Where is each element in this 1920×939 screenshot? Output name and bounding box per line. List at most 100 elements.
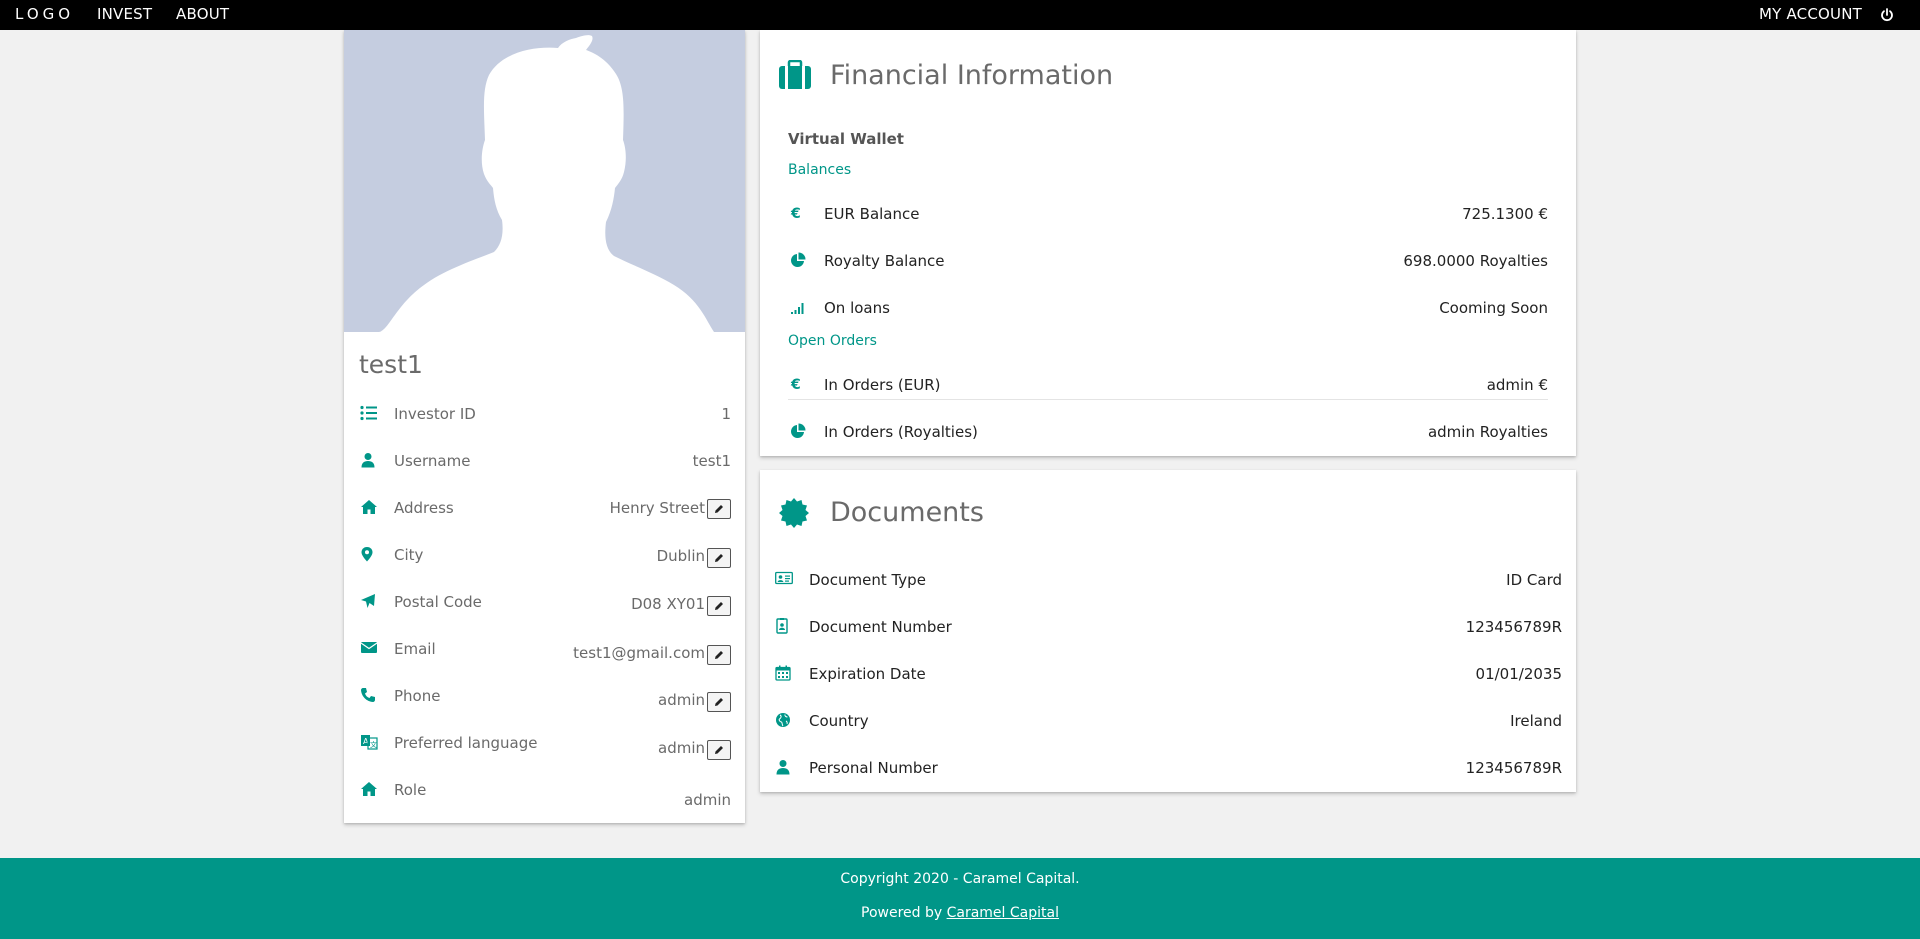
row-label: Expiration Date xyxy=(809,665,926,683)
avatar xyxy=(344,30,745,332)
home-icon xyxy=(360,781,380,799)
in-orders-royalties-value: admin Royalties xyxy=(1427,423,1548,441)
map-marker-icon xyxy=(360,546,380,564)
pencil-icon xyxy=(715,651,723,659)
row-label: Phone xyxy=(394,687,441,705)
euro-icon: € xyxy=(790,376,810,394)
personal-number-row: Personal Number 123456789R xyxy=(775,759,1562,799)
address-value: Henry Street xyxy=(609,499,705,517)
translate-icon: A文 xyxy=(360,734,380,752)
email-value: test1@gmail.com xyxy=(573,644,705,662)
country-value: Ireland xyxy=(1510,712,1562,730)
copyright-text: Copyright 2020 - Caramel Capital. xyxy=(840,871,1080,887)
expiration-date-value: 01/01/2035 xyxy=(1475,665,1562,683)
royalty-balance-value: 698.0000 Royalties xyxy=(1403,252,1548,270)
edit-address-button[interactable] xyxy=(707,499,731,519)
home-icon xyxy=(360,499,380,517)
row-label: City xyxy=(394,546,424,564)
postal-code-value: D08 XY01 xyxy=(631,595,705,613)
phone-icon xyxy=(360,687,380,705)
row-label: On loans xyxy=(824,299,890,317)
edit-postal-code-button[interactable] xyxy=(707,596,731,616)
pencil-icon xyxy=(715,554,723,562)
user-icon xyxy=(775,759,795,777)
eur-balance-row: € EUR Balance 725.1300 € xyxy=(788,205,1548,245)
footer: Copyright 2020 - Caramel Capital. Powere… xyxy=(0,858,1920,939)
calendar-icon xyxy=(775,665,795,683)
edit-email-button[interactable] xyxy=(707,645,731,665)
phone-value: admin xyxy=(658,691,705,709)
row-label: Country xyxy=(809,712,869,730)
document-type-value: ID Card xyxy=(1506,571,1562,589)
row-label: Address xyxy=(394,499,454,517)
address-row: Address Henry Street xyxy=(344,495,745,535)
nav-about-link[interactable]: ABOUT xyxy=(176,0,229,30)
row-label: Role xyxy=(394,781,427,799)
pencil-icon xyxy=(715,602,723,610)
svg-text:文: 文 xyxy=(370,740,377,749)
row-label: Email xyxy=(394,640,436,658)
powered-by-line: Powered by Caramel Capital xyxy=(0,905,1920,921)
svg-text:€: € xyxy=(790,206,801,221)
euro-icon: € xyxy=(790,205,810,223)
role-value: admin xyxy=(684,791,731,809)
pie-chart-icon xyxy=(790,252,810,270)
expiration-date-row: Expiration Date 01/01/2035 xyxy=(775,665,1562,705)
row-label: Preferred language xyxy=(394,734,538,752)
top-navbar: LOGO INVEST ABOUT MY ACCOUNT xyxy=(0,0,1920,30)
row-label: Document Type xyxy=(809,571,926,589)
signal-icon xyxy=(790,299,810,317)
document-number-row: Document Number 123456789R xyxy=(775,618,1562,658)
document-number-value: 123456789R xyxy=(1465,618,1562,636)
row-label: In Orders (EUR) xyxy=(824,376,941,394)
personal-number-value: 123456789R xyxy=(1465,759,1562,777)
in-orders-eur-value: admin € xyxy=(1486,376,1548,394)
profile-name: test1 xyxy=(359,350,423,379)
country-row: Country Ireland xyxy=(775,712,1562,752)
in-orders-royalties-row: In Orders (Royalties) admin Royalties xyxy=(788,423,1548,463)
row-label: Username xyxy=(394,452,471,470)
caramel-capital-link[interactable]: Caramel Capital xyxy=(947,905,1059,921)
balances-heading: Balances xyxy=(788,162,852,178)
nav-my-account-link[interactable]: MY ACCOUNT xyxy=(1759,0,1862,30)
edit-phone-button[interactable] xyxy=(707,692,731,712)
pencil-icon xyxy=(715,698,723,706)
nav-invest-link[interactable]: INVEST xyxy=(97,0,152,30)
email-row: Email test1@gmail.com xyxy=(344,636,745,676)
documents-card: Documents Document Type ID Card Document… xyxy=(760,470,1576,792)
in-orders-eur-row: € In Orders (EUR) admin € xyxy=(788,376,1548,416)
preferred-language-row: A文 Preferred language admin xyxy=(344,730,745,770)
pie-chart-icon xyxy=(790,423,810,441)
city-row: City Dublin xyxy=(344,542,745,582)
edit-city-button[interactable] xyxy=(707,548,731,568)
edit-preferred-language-button[interactable] xyxy=(707,740,731,760)
globe-icon xyxy=(775,712,795,730)
person-silhouette-icon xyxy=(379,35,714,332)
financial-information-card: Financial Information Virtual Wallet Bal… xyxy=(760,30,1576,456)
city-value: Dublin xyxy=(656,547,705,565)
briefcase-icon xyxy=(778,59,812,94)
virtual-wallet-heading: Virtual Wallet xyxy=(788,130,904,148)
investor-id-row: Investor ID 1 xyxy=(344,401,745,441)
row-label: Document Number xyxy=(809,618,952,636)
eur-balance-value: 725.1300 € xyxy=(1462,205,1548,223)
row-label: Postal Code xyxy=(394,593,482,611)
pencil-icon xyxy=(715,746,723,754)
row-label: Personal Number xyxy=(809,759,938,777)
id-card-icon xyxy=(775,571,795,589)
documents-title: Documents xyxy=(830,497,984,528)
profile-card: test1 Investor ID 1 Username test1 Addre… xyxy=(344,30,745,823)
phone-row: Phone admin xyxy=(344,683,745,723)
envelope-icon xyxy=(360,640,380,658)
powered-by-prefix: Powered by xyxy=(861,905,947,921)
document-type-row: Document Type ID Card xyxy=(775,571,1562,611)
on-loans-value: Cooming Soon xyxy=(1439,299,1548,317)
svg-text:€: € xyxy=(790,377,801,392)
postal-code-row: Postal Code D08 XY01 xyxy=(344,589,745,629)
username-value: test1 xyxy=(692,452,731,470)
investor-id-value: 1 xyxy=(721,405,731,423)
logo-link[interactable]: LOGO xyxy=(15,0,74,30)
financial-information-title: Financial Information xyxy=(830,60,1114,91)
power-icon[interactable] xyxy=(1878,0,1896,30)
row-label: EUR Balance xyxy=(824,205,920,223)
